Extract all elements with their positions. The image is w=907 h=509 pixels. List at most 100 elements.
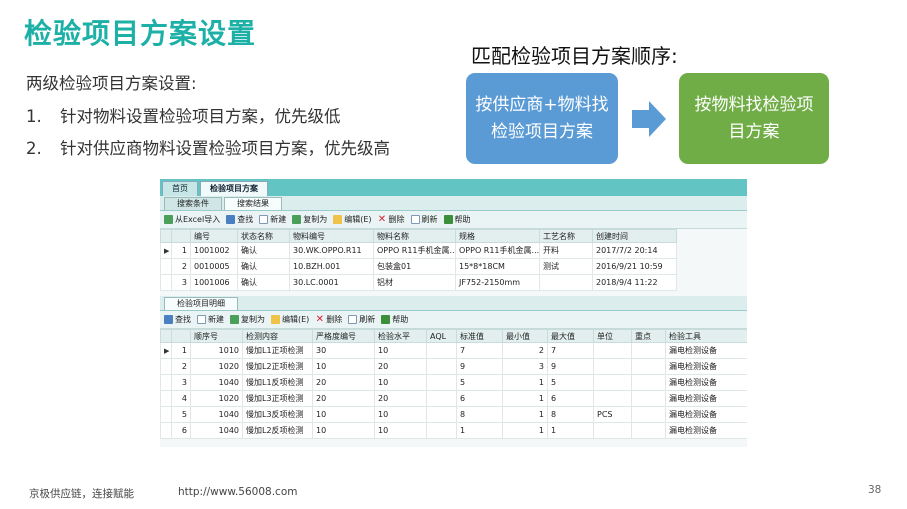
table-row[interactable]: 2 0010005 确认 10.BZH.001 包装盒01 15*8*18CM …: [160, 258, 677, 275]
column-header[interactable]: AQL: [426, 329, 457, 343]
cell: 2016/9/21 10:59: [592, 258, 677, 275]
cell: 慢加L2反项检测: [242, 422, 313, 439]
results-header-row: 编号 状态名称 物料编号 物料名称 规格 工艺名称 创建时间: [160, 229, 677, 243]
cell: 20: [312, 374, 375, 391]
edit-button[interactable]: 编辑(E): [271, 314, 309, 325]
footer-tagline: 京极供应链，连接赋能: [29, 488, 134, 500]
cell: [631, 406, 666, 423]
cell: 10: [312, 406, 375, 423]
refresh-button[interactable]: 刷新: [410, 214, 438, 225]
erp-screenshot: 首页 检验项目方案 搜索条件 搜索结果 从Excel导入 查找 新建 复制为 编…: [160, 179, 747, 447]
cell: 10: [312, 422, 375, 439]
cell: 确认: [237, 242, 290, 259]
cell: 包装盒01: [373, 258, 456, 275]
cell: 2018/9/4 11:22: [592, 274, 677, 291]
column-header[interactable]: 单位: [593, 329, 632, 343]
table-row[interactable]: 4 1020 慢加L3正项检测 20 20 6 1 6 漏电检测设备: [160, 390, 747, 407]
cell: 1020: [190, 358, 243, 375]
intro-lead: 两级检验项目方案设置:: [26, 74, 197, 93]
column-header[interactable]: 最小值: [502, 329, 548, 343]
column-header[interactable]: 编号: [190, 229, 238, 243]
column-header[interactable]: 状态名称: [237, 229, 290, 243]
row-number: 1: [171, 242, 191, 259]
column-header[interactable]: 物料名称: [373, 229, 456, 243]
new-button[interactable]: 新建: [197, 314, 224, 325]
column-header[interactable]: 检验工具: [665, 329, 747, 343]
column-header[interactable]: 工艺名称: [539, 229, 593, 243]
cell: 漏电检测设备: [665, 390, 747, 407]
cell: [631, 422, 666, 439]
row-number: 5: [171, 406, 191, 423]
find-button[interactable]: 查找: [226, 214, 253, 225]
table-row[interactable]: 6 1040 慢加L2反项检测 10 10 1 1 1 漏电检测设备: [160, 422, 747, 439]
cell: 漏电检测设备: [665, 406, 747, 423]
tab-inspection-plan[interactable]: 检验项目方案: [200, 181, 268, 196]
cell: 1040: [190, 422, 243, 439]
row-indicator: [160, 374, 172, 391]
tool-label: 新建: [208, 315, 224, 324]
delete-button[interactable]: ✕ 删除: [315, 314, 343, 325]
copy-as-button[interactable]: 复制为: [292, 214, 327, 225]
column-header[interactable]: 顺序号: [190, 329, 243, 343]
cell: 开料: [539, 242, 593, 259]
edit-button[interactable]: 编辑(E): [333, 214, 372, 225]
tool-label: 复制为: [303, 215, 328, 224]
column-header[interactable]: 重点: [631, 329, 666, 343]
cell: [426, 342, 457, 359]
table-row[interactable]: 2 1020 慢加L2正项检测 10 20 9 3 9 漏电检测设备: [160, 358, 747, 375]
help-icon: [443, 215, 453, 224]
subtab-search-results[interactable]: 搜索结果: [224, 197, 282, 210]
cell: [593, 374, 632, 391]
tab-home[interactable]: 首页: [162, 181, 198, 196]
cell: 铝材: [373, 274, 456, 291]
delete-button[interactable]: ✕ 删除: [378, 214, 405, 225]
column-header[interactable]: 创建时间: [592, 229, 677, 243]
tab-inspection-detail[interactable]: 检验项目明细: [164, 297, 238, 310]
table-row[interactable]: 3 1040 慢加L1反项检测 20 10 5 1 5 漏电检测设备: [160, 374, 747, 391]
cell: 20: [312, 390, 375, 407]
cell: 慢加L1正项检测: [242, 342, 313, 359]
cell: 10: [312, 358, 375, 375]
column-header[interactable]: 物料编号: [289, 229, 374, 243]
row-number: 6: [171, 422, 191, 439]
cell: 1040: [190, 406, 243, 423]
table-row[interactable]: 5 1040 慢加L3反项检测 10 10 8 1 8 PCS 漏电检测设备: [160, 406, 747, 423]
column-header[interactable]: 检测内容: [242, 329, 313, 343]
tool-label: 帮助: [392, 315, 409, 324]
column-header[interactable]: 规格: [455, 229, 540, 243]
table-row[interactable]: ▶ 1 1010 慢加L1正项检测 30 10 7 2 7 漏电检测设备: [160, 342, 747, 359]
row-number: 4: [171, 390, 191, 407]
table-row[interactable]: ▶ 1 1001002 确认 30.WK.OPPO.R11 OPPO R11手机…: [160, 242, 677, 259]
cell: 30.LC.0001: [289, 274, 374, 291]
cell: [631, 342, 666, 359]
cell: 15*8*18CM: [455, 258, 540, 275]
cell: 2: [502, 342, 548, 359]
row-number: 3: [171, 374, 191, 391]
cell: 1010: [190, 342, 243, 359]
table-row[interactable]: 3 1001006 确认 30.LC.0001 铝材 JF752-2150mm …: [160, 274, 677, 291]
column-header[interactable]: 检验水平: [374, 329, 427, 343]
find-button[interactable]: 查找: [164, 314, 191, 325]
help-button[interactable]: 帮助: [443, 214, 471, 225]
cell: OPPO R11手机金属...: [373, 242, 456, 259]
cell: 10: [374, 374, 427, 391]
row-indicator: [160, 406, 172, 423]
refresh-button[interactable]: 刷新: [348, 314, 375, 325]
page-number: 38: [868, 484, 882, 496]
slide-title: 检验项目方案设置: [24, 17, 257, 50]
copy-as-button[interactable]: 复制为: [230, 314, 265, 325]
column-header[interactable]: 严格度编号: [312, 329, 375, 343]
match-order-title: 匹配检验项目方案顺序:: [471, 44, 678, 68]
subtab-search-criteria[interactable]: 搜索条件: [164, 197, 222, 210]
excel-import-button[interactable]: 从Excel导入: [164, 214, 220, 225]
help-button[interactable]: 帮助: [381, 314, 408, 325]
refresh-icon: [410, 215, 420, 224]
cell: 1020: [190, 390, 243, 407]
edit-icon: [333, 215, 343, 224]
new-button[interactable]: 新建: [259, 214, 286, 225]
cell: 5: [456, 374, 503, 391]
detail-table: 顺序号 检测内容 严格度编号 检验水平 AQL 标准值 最小值 最大值 单位 重…: [160, 329, 747, 439]
column-header[interactable]: 标准值: [456, 329, 503, 343]
column-header[interactable]: 最大值: [547, 329, 594, 343]
footer-url-link[interactable]: http://www.56008.com: [178, 486, 297, 498]
